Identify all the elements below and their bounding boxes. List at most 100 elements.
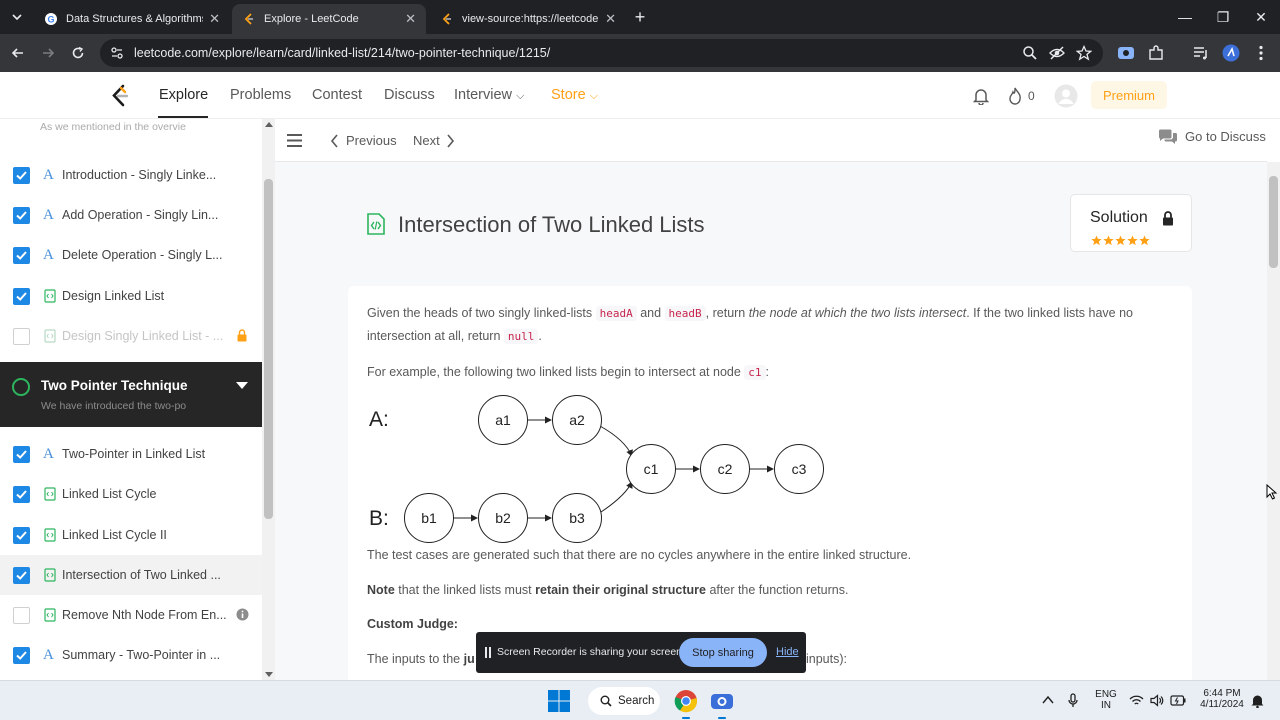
- stop-sharing-button[interactable]: Stop sharing: [679, 638, 767, 667]
- sidebar-item-design-singly-linked-list[interactable]: Design Singly Linked List - ...: [0, 316, 262, 356]
- checkbox-checked[interactable]: [13, 445, 30, 463]
- article-icon: A: [43, 446, 54, 462]
- bold-text: Custom Judge:: [367, 617, 458, 631]
- restore-button[interactable]: ❐: [1204, 0, 1242, 34]
- checkbox-checked[interactable]: [13, 206, 30, 224]
- leetcode-logo-icon[interactable]: [110, 84, 130, 108]
- hide-button[interactable]: Hide: [776, 646, 799, 658]
- nav-problems[interactable]: Problems: [230, 87, 291, 103]
- extensions-puzzle-icon[interactable]: [1147, 44, 1165, 62]
- address-bar[interactable]: leetcode.com/explore/learn/card/linked-l…: [100, 39, 1103, 67]
- close-icon[interactable]: ✕: [605, 11, 616, 27]
- nav-explore[interactable]: Explore: [159, 87, 208, 103]
- close-icon[interactable]: ✕: [405, 11, 416, 27]
- tab-search-button[interactable]: [0, 0, 34, 34]
- tab-dsa[interactable]: G Data Structures & Algorithms ✕: [34, 4, 230, 34]
- scroll-down-arrow-icon[interactable]: [265, 672, 273, 677]
- reading-list-icon[interactable]: [1192, 44, 1210, 62]
- zoom-icon[interactable]: [1022, 45, 1038, 61]
- content-scrollbar[interactable]: [1267, 162, 1280, 680]
- battery-icon[interactable]: [1170, 695, 1186, 706]
- scrollbar-thumb[interactable]: [1269, 176, 1278, 268]
- sidebar-item-two-pointer-in-linked-list[interactable]: A Two-Pointer in Linked List: [0, 434, 262, 474]
- chevron-up-icon[interactable]: [1042, 695, 1054, 705]
- wifi-icon[interactable]: [1129, 694, 1144, 707]
- go-to-discuss-link[interactable]: Go to Discuss: [1185, 129, 1266, 144]
- sidebar-item-add-operation[interactable]: A Add Operation - Singly Lin...: [0, 195, 262, 235]
- checkbox-checked[interactable]: [13, 287, 30, 305]
- windows-start-icon[interactable]: [547, 689, 571, 713]
- checkbox-unchecked[interactable]: [13, 606, 30, 624]
- camera-app-icon[interactable]: [710, 689, 734, 713]
- back-button[interactable]: [8, 43, 28, 63]
- nav-discuss[interactable]: Discuss: [384, 87, 435, 103]
- reload-button[interactable]: [68, 43, 88, 63]
- checkbox-checked[interactable]: [13, 646, 30, 664]
- checkbox-checked[interactable]: [13, 485, 30, 503]
- info-icon[interactable]: [236, 608, 249, 621]
- nav-store[interactable]: Store ⌵: [551, 87, 598, 103]
- close-window-button[interactable]: ✕: [1242, 0, 1280, 34]
- sidebar-item-summary[interactable]: A Summary - Two-Pointer in ...: [0, 635, 262, 675]
- clock[interactable]: 6:44 PM 4/11/2024: [1196, 688, 1248, 710]
- chrome-icon[interactable]: [674, 689, 698, 713]
- sidebar-item-linked-list-cycle-ii[interactable]: Linked List Cycle II: [0, 515, 262, 555]
- premium-button[interactable]: Premium: [1091, 81, 1167, 109]
- checkbox-checked[interactable]: [13, 246, 30, 264]
- checkbox-checked[interactable]: [13, 166, 30, 184]
- tab-view-source[interactable]: view-source:https://leetcode.co ✕: [430, 4, 626, 34]
- previous-button[interactable]: Previous: [346, 133, 397, 148]
- notification-bell-icon[interactable]: [1251, 694, 1264, 708]
- arrow-left-icon: [11, 48, 23, 58]
- input-language[interactable]: ENG IN: [1094, 689, 1118, 711]
- description-paragraph-4: Note that the linked lists must retain t…: [367, 579, 1167, 602]
- new-tab-button[interactable]: +: [626, 0, 654, 34]
- bookmark-star-icon[interactable]: [1076, 45, 1092, 61]
- checkbox-checked[interactable]: [13, 526, 30, 544]
- sidebar-item-label: Linked List Cycle II: [62, 528, 167, 542]
- sidebar-item-intersection[interactable]: Intersection of Two Linked ...: [0, 555, 262, 595]
- close-icon[interactable]: ✕: [209, 11, 220, 27]
- more-menu-icon[interactable]: [1252, 44, 1270, 62]
- browser-tab-bar: G Data Structures & Algorithms ✕ Explore…: [0, 0, 1280, 34]
- sidebar-item-label: Intersection of Two Linked ...: [62, 568, 221, 582]
- sidebar-item-delete-operation[interactable]: A Delete Operation - Singly L...: [0, 235, 262, 275]
- checkbox-checked[interactable]: [13, 566, 30, 584]
- forward-button[interactable]: [38, 43, 58, 63]
- minimize-button[interactable]: —: [1166, 0, 1204, 34]
- next-button[interactable]: Next: [413, 133, 440, 148]
- tab-explore[interactable]: Explore - LeetCode ✕: [232, 4, 426, 34]
- profile-avatar-icon[interactable]: [1222, 44, 1240, 62]
- scrollbar-thumb[interactable]: [264, 179, 273, 519]
- content-toolbar: Previous Next Go to Discuss: [275, 119, 1267, 162]
- sidebar-item-linked-list-cycle[interactable]: Linked List Cycle: [0, 474, 262, 514]
- sidebar-item-introduction[interactable]: A Introduction - Singly Linke...: [0, 155, 262, 195]
- hamburger-menu-icon[interactable]: [286, 133, 303, 148]
- eye-off-icon[interactable]: [1049, 45, 1065, 61]
- speaker-icon[interactable]: [1150, 694, 1164, 707]
- scroll-up-arrow-icon[interactable]: [265, 122, 273, 127]
- bell-icon[interactable]: [973, 87, 989, 105]
- user-avatar-icon[interactable]: [1054, 84, 1078, 108]
- caret-down-icon[interactable]: [236, 382, 248, 389]
- site-info-icon[interactable]: [110, 46, 124, 60]
- nav-interview[interactable]: Interview ⌵: [454, 87, 524, 103]
- text: :: [765, 365, 770, 379]
- code-file-icon: [44, 487, 56, 501]
- sidebar-scrollbar[interactable]: [262, 119, 275, 680]
- description-paragraph-2: For example, the following two linked li…: [367, 361, 1167, 384]
- search-icon: [600, 695, 612, 707]
- taskbar-search-box[interactable]: Search: [588, 687, 660, 715]
- microphone-icon[interactable]: [1068, 693, 1078, 709]
- bold-text: Note: [367, 583, 395, 597]
- fire-streak-icon[interactable]: [1008, 87, 1022, 105]
- language-code: ENG: [1095, 689, 1117, 700]
- rating-stars: [1091, 235, 1150, 246]
- solution-button[interactable]: Solution: [1070, 194, 1192, 252]
- screen-recorder-extension-icon[interactable]: [1117, 44, 1135, 62]
- checkbox-unchecked[interactable]: [13, 327, 30, 345]
- sidebar-item-design-linked-list[interactable]: Design Linked List: [0, 276, 262, 316]
- nav-contest[interactable]: Contest: [312, 87, 362, 103]
- chapter-section-two-pointer[interactable]: Two Pointer Technique We have introduced…: [0, 362, 262, 427]
- sidebar-item-remove-nth-node[interactable]: Remove Nth Node From En...: [0, 595, 262, 635]
